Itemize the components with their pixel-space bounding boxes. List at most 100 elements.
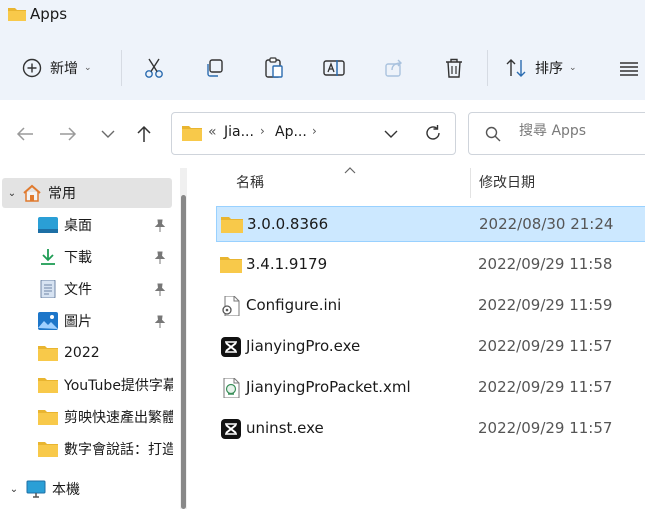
- cut-button[interactable]: [142, 54, 166, 82]
- sidebar-scrollbar-thumb[interactable]: [181, 195, 186, 509]
- pin-icon[interactable]: [153, 251, 167, 265]
- folder-icon: [182, 126, 202, 141]
- sidebar-item-folder[interactable]: 數字會說話：打造: [38, 434, 173, 464]
- file-modified-date: 2022/09/29 11:57: [478, 419, 613, 437]
- window-title: Apps: [30, 5, 68, 23]
- file-row[interactable]: 3.0.0.8366 2022/08/30 21:24: [216, 206, 645, 242]
- file-row[interactable]: uninst.exe 2022/09/29 11:57: [216, 411, 645, 447]
- download-icon: [38, 248, 58, 266]
- sidebar-item-this-pc[interactable]: ⌄ 本機: [2, 474, 172, 504]
- trash-icon: [446, 58, 462, 78]
- toolbar-divider: [121, 50, 122, 86]
- sidebar-item-label: 桌面: [64, 218, 92, 234]
- plus-circle-icon: [22, 58, 42, 78]
- share-button[interactable]: [382, 54, 406, 82]
- copy-icon: [207, 59, 223, 77]
- chevron-down-icon[interactable]: ⌄: [2, 484, 26, 495]
- file-modified-date: 2022/09/29 11:59: [478, 296, 613, 314]
- search-input[interactable]: [519, 123, 645, 139]
- capcut-app-icon: [221, 337, 241, 357]
- pin-icon[interactable]: [153, 219, 167, 233]
- sort-button-label: 排序: [535, 61, 563, 77]
- address-bar[interactable]: « Jia... › Ap... ›: [171, 112, 456, 155]
- file-row[interactable]: JianyingPro.exe 2022/09/29 11:57: [216, 329, 645, 365]
- file-name: JianyingPro.exe: [246, 337, 361, 355]
- file-row[interactable]: JianyingProPacket.xml 2022/09/29 11:57: [216, 370, 645, 406]
- capcut-app-icon: [221, 419, 241, 439]
- breadcrumb-separator-icon[interactable]: ›: [312, 124, 317, 138]
- file-row[interactable]: Configure.ini 2022/09/29 11:59: [216, 288, 645, 324]
- sidebar-item-label: 常用: [48, 186, 76, 202]
- folder-icon: [38, 440, 58, 458]
- sidebar-item-label: 下載: [64, 250, 92, 266]
- scissors-icon: [145, 58, 163, 78]
- chevron-down-icon: [101, 130, 115, 138]
- file-row[interactable]: 3.4.1.9179 2022/09/29 11:58: [216, 247, 645, 283]
- rename-button[interactable]: [322, 54, 346, 82]
- sidebar-item-label: 本機: [52, 482, 80, 498]
- sidebar-item-folder[interactable]: 剪映快速產出繁體: [38, 402, 173, 432]
- pin-icon[interactable]: [153, 283, 167, 297]
- share-icon: [385, 59, 402, 77]
- delete-button[interactable]: [442, 54, 466, 82]
- copy-button[interactable]: [202, 54, 226, 82]
- search-icon: [485, 126, 501, 142]
- sidebar-item-label: YouTube提供字幕: [64, 378, 173, 394]
- title-bar: [0, 0, 645, 34]
- breadcrumb-item[interactable]: Jia...: [224, 124, 254, 140]
- view-button[interactable]: [618, 54, 640, 82]
- breadcrumb-item[interactable]: Ap...: [275, 124, 307, 140]
- arrow-left-icon: [16, 127, 33, 141]
- breadcrumb-overflow[interactable]: «: [208, 124, 217, 140]
- list-view-icon: [620, 62, 638, 76]
- new-button[interactable]: 新增 ⌄: [22, 54, 92, 82]
- folder-icon: [220, 257, 242, 273]
- pin-icon[interactable]: [153, 315, 167, 329]
- xml-file-icon: [223, 378, 240, 398]
- search-box[interactable]: [468, 112, 645, 155]
- sidebar-item-label: 剪映快速產出繁體: [64, 410, 173, 426]
- file-modified-date: 2022/08/30 21:24: [479, 215, 614, 233]
- folder-icon: [8, 8, 26, 21]
- recent-locations-button[interactable]: [96, 122, 120, 146]
- file-name: Configure.ini: [246, 296, 342, 314]
- file-name: 3.4.1.9179: [246, 255, 328, 273]
- computer-icon: [26, 480, 46, 498]
- picture-icon: [38, 312, 58, 330]
- paste-button[interactable]: [262, 54, 286, 82]
- folder-icon: [38, 376, 58, 394]
- sort-button[interactable]: 排序 ⌄: [505, 54, 577, 82]
- column-divider[interactable]: [470, 168, 471, 198]
- file-modified-date: 2022/09/29 11:57: [478, 337, 613, 355]
- home-icon: [22, 184, 42, 202]
- file-modified-date: 2022/09/29 11:58: [478, 255, 613, 273]
- sidebar-item-folder[interactable]: 2022: [38, 338, 173, 368]
- file-name: JianyingProPacket.xml: [246, 378, 411, 396]
- column-header-date-modified[interactable]: 修改日期: [479, 172, 535, 192]
- folder-icon: [221, 217, 243, 233]
- document-icon: [38, 280, 58, 298]
- sidebar-item-label: 數字會說話：打造: [64, 442, 173, 458]
- toolbar-divider: [487, 50, 488, 86]
- sort-ascending-icon: [344, 167, 356, 174]
- sidebar-item-folder[interactable]: YouTube提供字幕: [38, 370, 173, 400]
- chevron-down-icon: ⌄: [569, 63, 577, 73]
- breadcrumb-separator-icon[interactable]: ›: [260, 124, 265, 138]
- chevron-down-icon[interactable]: [384, 129, 398, 139]
- file-name: 3.0.0.8366: [247, 215, 329, 233]
- arrow-right-icon: [60, 127, 77, 141]
- paste-icon: [265, 57, 283, 78]
- column-header-name[interactable]: 名稱: [236, 172, 264, 192]
- desktop-icon: [38, 216, 58, 234]
- back-button[interactable]: [13, 122, 37, 146]
- rename-icon: [323, 60, 345, 76]
- sidebar-item-quick-access[interactable]: ⌄ 常用: [2, 178, 172, 208]
- command-bar: 新增 ⌄ 排序 ⌄: [0, 34, 645, 100]
- chevron-down-icon[interactable]: ⌄: [2, 188, 22, 199]
- refresh-icon[interactable]: [424, 124, 442, 142]
- folder-icon: [38, 408, 58, 426]
- new-button-label: 新增: [50, 61, 78, 77]
- up-button[interactable]: [132, 122, 156, 146]
- sidebar-item-label: 文件: [64, 282, 92, 298]
- forward-button[interactable]: [56, 122, 80, 146]
